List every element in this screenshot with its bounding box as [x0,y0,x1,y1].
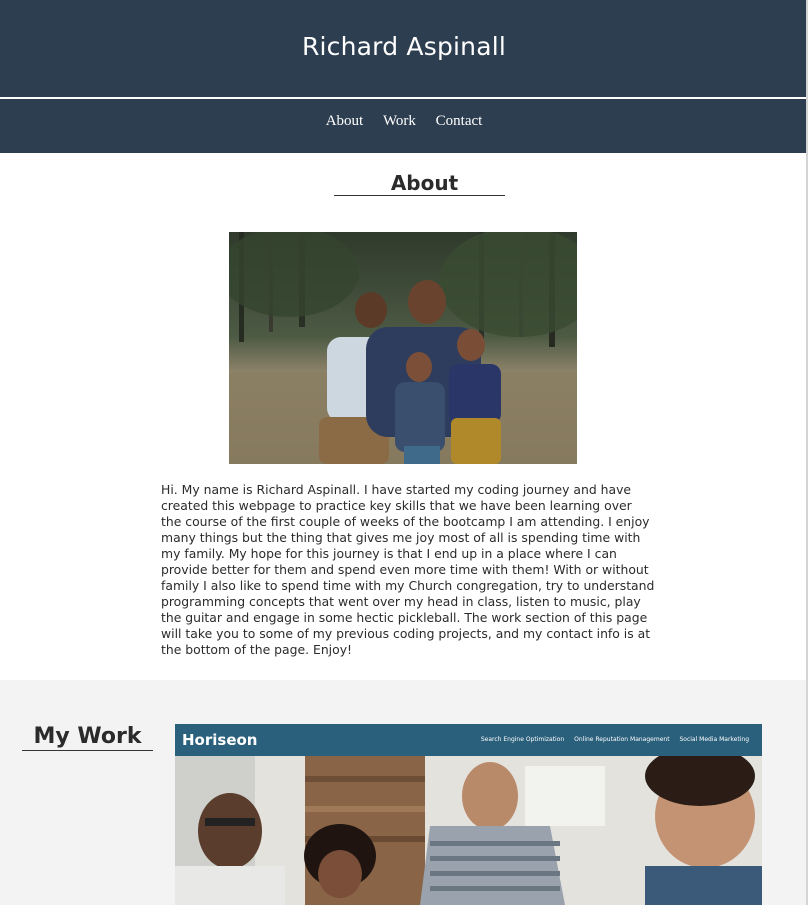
work-heading: My Work [33,724,142,749]
project-nav-links: Search Engine Optimization Online Reputa… [473,736,749,743]
site-title: Richard Aspinall [301,32,507,61]
family-photo [229,232,577,464]
about-heading: About [390,171,459,195]
nav-link-about[interactable]: About [326,113,364,129]
header-divider [0,97,808,99]
project-link-seo: Search Engine Optimization [480,736,565,743]
work-heading-underline [22,750,153,751]
nav-link-work[interactable]: Work [383,113,416,129]
project-card-horiseon[interactable]: Horiseon Search Engine Optimization Onli… [175,724,762,905]
project-brand: Horiseon [182,731,258,749]
project-navbar: Horiseon Search Engine Optimization Onli… [175,724,762,756]
site-header: Richard Aspinall About Work Contact [0,0,808,153]
project-link-reputation: Online Reputation Management [574,736,670,743]
project-hero-image [175,746,762,905]
project-link-social: Social Media Marketing [679,736,749,743]
nav-link-contact[interactable]: Contact [436,113,483,129]
about-heading-underline [334,195,505,196]
main-nav: About Work Contact [0,113,808,130]
about-bio-text: Hi. My name is Richard Aspinall. I have … [161,482,655,657]
